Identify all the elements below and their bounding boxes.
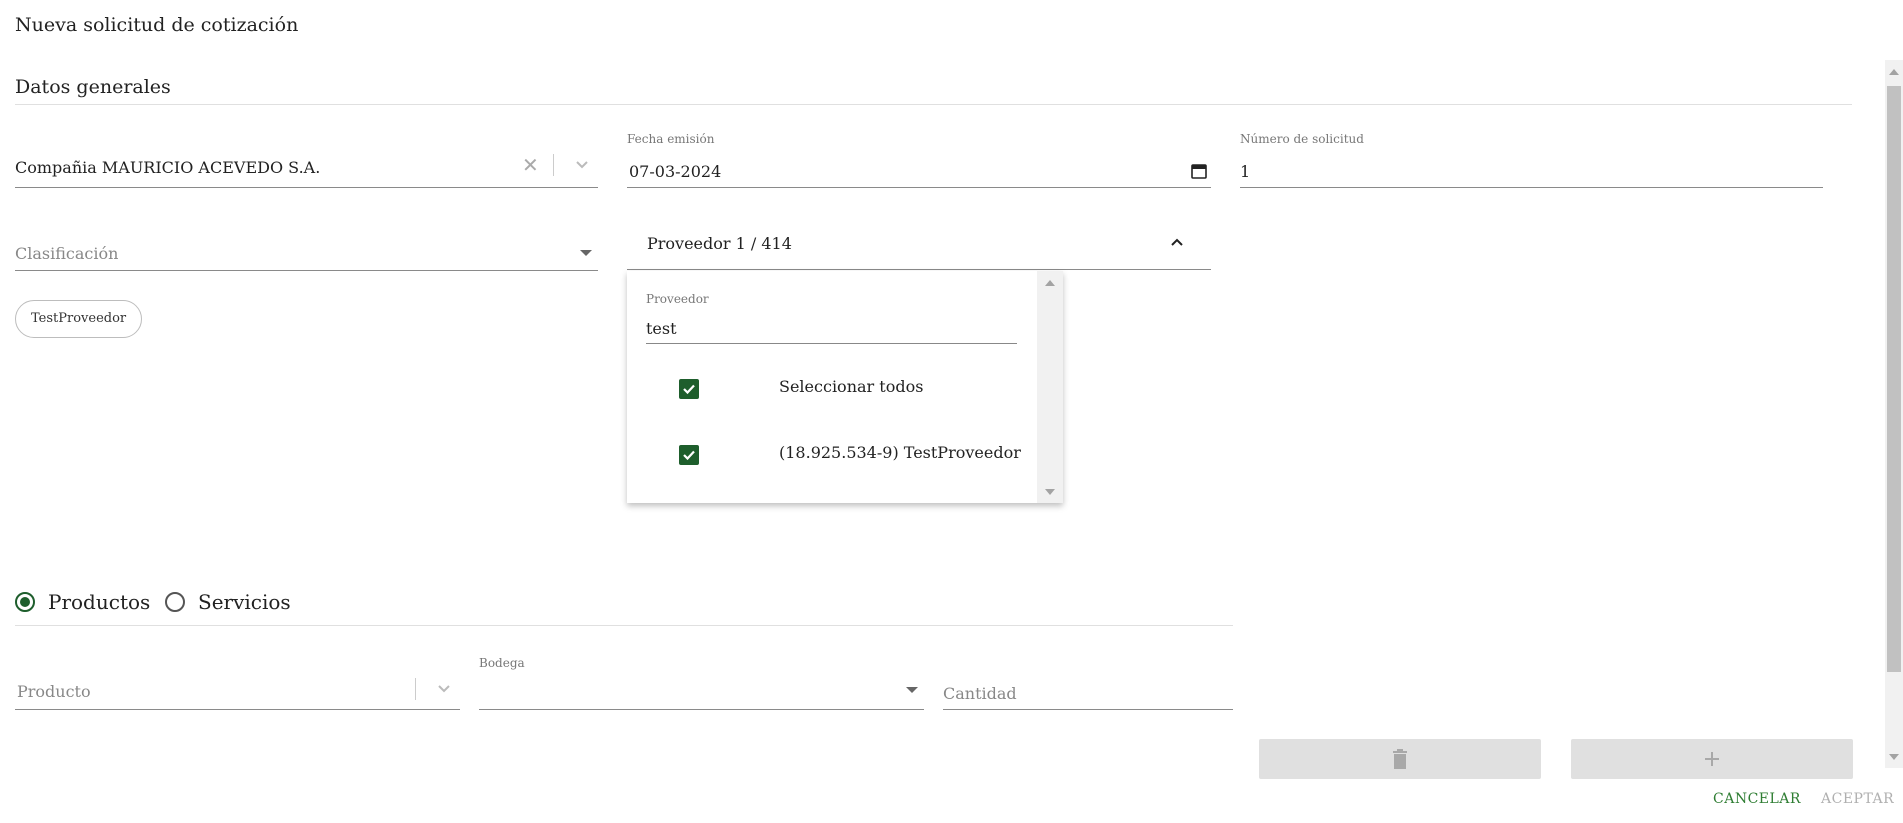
- delete-button[interactable]: [1259, 739, 1541, 779]
- provider-search-value: test: [646, 319, 677, 338]
- chevron-down-icon[interactable]: [575, 158, 589, 172]
- plus-icon: [1705, 752, 1719, 766]
- scroll-down-icon[interactable]: [1045, 489, 1055, 495]
- provider-option[interactable]: (18.925.534-9) TestProveedor: [627, 431, 1037, 475]
- chevron-up-icon[interactable]: [1169, 236, 1185, 248]
- provider-search-input[interactable]: test: [646, 309, 1017, 344]
- accept-button[interactable]: ACEPTAR: [1821, 791, 1894, 807]
- radio-servicios-label[interactable]: Servicios: [198, 590, 291, 614]
- dropdown-arrow-icon: [906, 687, 918, 693]
- product-select[interactable]: Producto: [15, 656, 460, 710]
- dialog-content: Datos generales Compañia MAURICIO ACEVED…: [0, 60, 1903, 779]
- radio-productos[interactable]: [15, 592, 35, 612]
- separator: [415, 678, 416, 700]
- check-icon: [683, 384, 695, 395]
- provider-search-label: Proveedor: [646, 292, 709, 306]
- radio-divider: [15, 625, 1233, 626]
- radio-servicios[interactable]: [165, 592, 185, 612]
- product-placeholder: Producto: [17, 682, 91, 701]
- request-number-label: Número de solicitud: [1240, 132, 1364, 146]
- bodega-label: Bodega: [479, 656, 525, 670]
- select-all-label: Seleccionar todos: [779, 377, 924, 396]
- provider-option-label: (18.925.534-9) TestProveedor: [779, 443, 1021, 462]
- chevron-down-icon[interactable]: [437, 682, 451, 696]
- select-all-option[interactable]: Seleccionar todos: [627, 365, 1037, 409]
- provider-checkbox[interactable]: [679, 445, 699, 465]
- scroll-up-icon[interactable]: [1045, 280, 1055, 286]
- provider-chip[interactable]: TestProveedor: [15, 300, 143, 338]
- dialog-title: Nueva solicitud de cotización: [15, 14, 299, 36]
- select-all-checkbox[interactable]: [679, 379, 699, 399]
- check-icon: [683, 450, 695, 461]
- dropdown-arrow-icon: [580, 250, 592, 256]
- scroll-down-icon[interactable]: [1889, 754, 1899, 760]
- add-button[interactable]: [1571, 739, 1853, 779]
- calendar-icon[interactable]: [1191, 163, 1207, 179]
- request-number-value: 1: [1240, 162, 1251, 181]
- section-title: Datos generales: [15, 76, 171, 98]
- quantity-input[interactable]: Cantidad: [943, 656, 1233, 710]
- radio-productos-label[interactable]: Productos: [48, 590, 150, 614]
- scroll-up-icon[interactable]: [1889, 69, 1899, 75]
- trash-icon: [1393, 749, 1407, 769]
- scrollbar-thumb[interactable]: [1887, 86, 1901, 672]
- section-divider: [15, 104, 1852, 105]
- company-value: Compañia MAURICIO ACEVEDO S.A.: [15, 158, 321, 177]
- close-icon[interactable]: ✕: [522, 155, 542, 175]
- company-select[interactable]: Compañia MAURICIO ACEVEDO S.A. ✕: [15, 130, 598, 188]
- emission-date-label: Fecha emisión: [627, 132, 715, 146]
- request-number-field[interactable]: Número de solicitud 1: [1240, 130, 1823, 188]
- classification-select[interactable]: Clasificación: [15, 210, 598, 271]
- bodega-select[interactable]: Bodega: [479, 654, 924, 710]
- provider-dropdown-panel: Proveedor test Seleccionar todos (18.925…: [627, 271, 1063, 503]
- separator: [553, 154, 554, 176]
- cancel-button[interactable]: CANCELAR: [1713, 791, 1801, 807]
- quantity-placeholder: Cantidad: [943, 684, 1017, 703]
- emission-date-value: 07-03-2024: [629, 162, 722, 181]
- emission-date-field[interactable]: Fecha emisión 07-03-2024: [627, 130, 1211, 188]
- content-scrollbar[interactable]: [1885, 60, 1903, 768]
- provider-select-value: Proveedor 1 / 414: [647, 234, 792, 253]
- classification-placeholder: Clasificación: [15, 244, 119, 263]
- provider-select[interactable]: Proveedor 1 / 414: [627, 210, 1211, 270]
- dropdown-scrollbar[interactable]: [1037, 271, 1063, 503]
